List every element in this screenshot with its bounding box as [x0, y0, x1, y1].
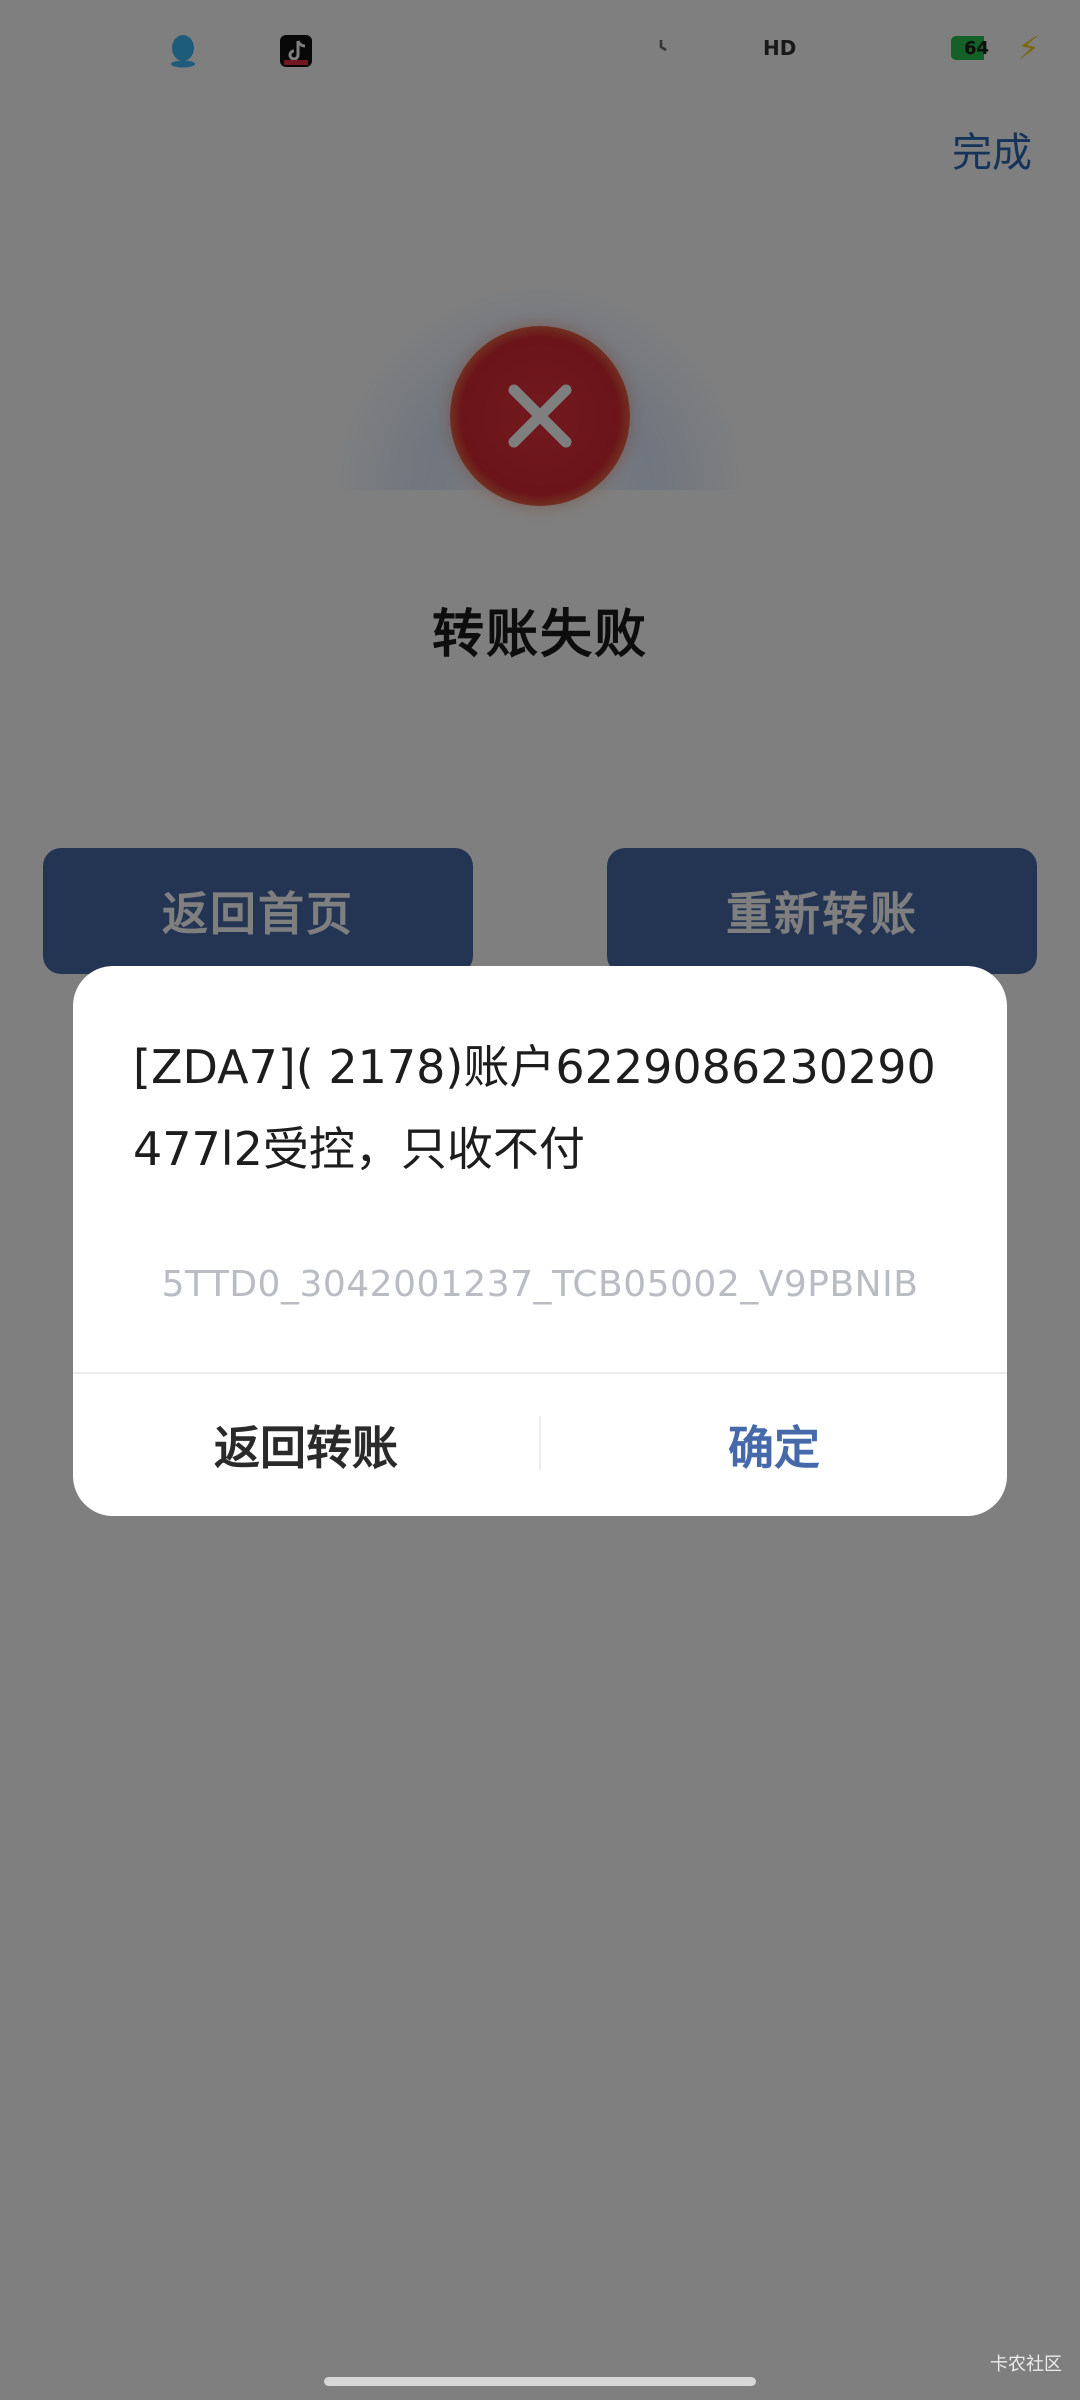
home-indicator[interactable]: [324, 2377, 756, 2386]
alert-dialog: [ZDA7]( 2178)账户6229086230290477l2受控，只收不付…: [73, 966, 1007, 1516]
transfer-result-screen: 21:32: [0, 0, 1080, 2400]
watermark: 卡农社区: [990, 2354, 1062, 2375]
dialog-message: [ZDA7]( 2178)账户6229086230290477l2受控，只收不付: [133, 1040, 936, 1176]
confirm-button[interactable]: 确定: [541, 1374, 1007, 1516]
dialog-error-code: 5TTD0_3042001237_TCB05002_V9PBNIB: [161, 1264, 919, 1305]
back-to-transfer-button[interactable]: 返回转账: [73, 1374, 539, 1516]
